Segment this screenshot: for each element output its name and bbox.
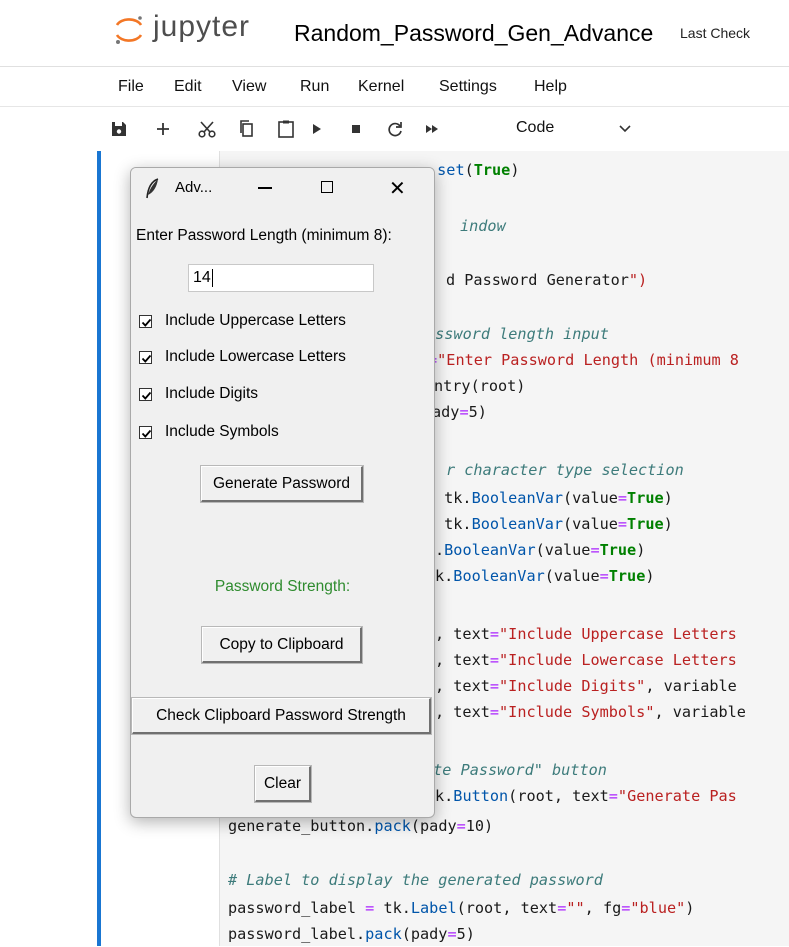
chevron-down-icon[interactable] xyxy=(618,121,632,135)
code-line[interactable]: tk.BooleanVar(value=True) xyxy=(435,511,673,537)
uppercase-checkbox[interactable]: Include Uppercase Letters xyxy=(139,311,379,333)
menu-file[interactable]: File xyxy=(118,78,144,96)
checkbox-box[interactable] xyxy=(139,351,152,364)
maximize-icon[interactable] xyxy=(321,181,333,193)
symbols-checkbox[interactable]: Include Symbols xyxy=(139,422,379,444)
jupyter-wordmark: jupyter xyxy=(153,10,251,43)
code-line[interactable]: , text="Include Lowercase Letters xyxy=(435,647,737,673)
jupyter-header: jupyter Random_Password_Gen_Advance Last… xyxy=(0,0,789,66)
password-strength-label: Password Strength: xyxy=(214,578,351,595)
menu-edit[interactable]: Edit xyxy=(174,78,202,96)
code-line[interactable]: .BooleanVar(value=True) xyxy=(435,537,645,563)
checkbox-label: Include Symbols xyxy=(165,423,279,440)
code-line[interactable]: tk.BooleanVar(value=True) xyxy=(435,485,673,511)
copy-icon[interactable] xyxy=(236,118,258,140)
code-line[interactable]: password_label = tk.Label(root, text="",… xyxy=(228,895,694,921)
close-icon[interactable]: ✕ xyxy=(389,176,406,201)
code-line[interactable]: .set(True) xyxy=(428,157,519,183)
checkbox-box[interactable] xyxy=(139,315,152,328)
cut-icon[interactable] xyxy=(196,118,218,140)
generate-password-button[interactable]: Generate Password xyxy=(200,465,364,503)
code-line[interactable]: ate Password" button xyxy=(424,757,607,783)
checkbox-box[interactable] xyxy=(139,388,152,401)
add-cell-icon[interactable] xyxy=(152,118,174,140)
lowercase-checkbox[interactable]: Include Lowercase Letters xyxy=(139,347,379,369)
code-line[interactable]: r character type selection xyxy=(446,457,684,483)
stop-icon[interactable] xyxy=(345,118,367,140)
text-caret xyxy=(211,268,213,287)
code-line[interactable]: # Label to display the generated passwor… xyxy=(228,867,603,893)
tk-password-generator-window: Adv... ✕ Enter Password Length (minimum … xyxy=(130,167,435,818)
checkbox-label: Include Digits xyxy=(165,385,259,402)
last-checkpoint: Last Check xyxy=(680,25,751,41)
code-line[interactable]: , text="Include Digits", variable xyxy=(435,673,737,699)
menu-view[interactable]: View xyxy=(232,78,266,96)
checkbox-box[interactable] xyxy=(139,426,152,439)
feather-icon xyxy=(146,178,159,199)
code-line[interactable]: indow xyxy=(460,213,506,239)
password-length-value: 14 xyxy=(193,269,211,286)
clear-button[interactable]: Clear xyxy=(254,765,312,803)
code-line[interactable]: , text="Include Uppercase Letters xyxy=(435,621,737,647)
notebook-title[interactable]: Random_Password_Gen_Advance xyxy=(294,20,653,47)
copy-to-clipboard-button[interactable]: Copy to Clipboard xyxy=(201,626,363,664)
menu-help[interactable]: Help xyxy=(534,78,567,96)
notebook-toolbar: Code xyxy=(0,106,789,152)
code-line[interactable]: ="Enter Password Length (minimum 8 xyxy=(428,347,739,373)
jupyter-logo-icon[interactable] xyxy=(113,14,145,46)
menu-run[interactable]: Run xyxy=(300,78,329,96)
code-line[interactable]: d Password Generator") xyxy=(446,267,647,293)
check-clipboard-strength-button[interactable]: Check Clipboard Password Strength xyxy=(131,697,432,735)
checkbox-label: Include Uppercase Letters xyxy=(165,312,346,329)
minimize-icon[interactable] xyxy=(258,187,272,189)
run-all-icon[interactable] xyxy=(421,118,443,140)
password-length-input[interactable]: 14 xyxy=(188,264,374,292)
paste-icon[interactable] xyxy=(275,118,297,140)
code-line[interactable]: assword length input xyxy=(426,321,609,347)
password-length-label: Enter Password Length (minimum 8): xyxy=(136,227,392,244)
menu-kernel[interactable]: Kernel xyxy=(358,78,404,96)
code-line[interactable]: k.BooleanVar(value=True) xyxy=(435,563,655,589)
code-line[interactable]: , text="Include Symbols", variable xyxy=(435,699,746,725)
digits-checkbox[interactable]: Include Digits xyxy=(139,384,379,406)
run-icon[interactable] xyxy=(305,118,327,140)
code-line[interactable]: ntry(root) xyxy=(434,373,525,399)
code-line[interactable]: password_label.pack(pady=5) xyxy=(228,921,475,947)
tk-title-bar[interactable]: Adv... ✕ xyxy=(131,168,434,208)
menu-bar: File Edit View Run Kernel Settings Help xyxy=(0,66,789,107)
cell-type-select[interactable]: Code xyxy=(516,119,554,137)
save-icon[interactable] xyxy=(108,118,130,140)
tk-window-title: Adv... xyxy=(175,179,213,196)
restart-icon[interactable] xyxy=(384,118,406,140)
code-line[interactable]: ady=5) xyxy=(432,399,487,425)
checkbox-label: Include Lowercase Letters xyxy=(165,348,346,365)
code-line[interactable]: k.Button(root, text="Generate Pas xyxy=(435,783,737,809)
menu-settings[interactable]: Settings xyxy=(439,78,497,96)
